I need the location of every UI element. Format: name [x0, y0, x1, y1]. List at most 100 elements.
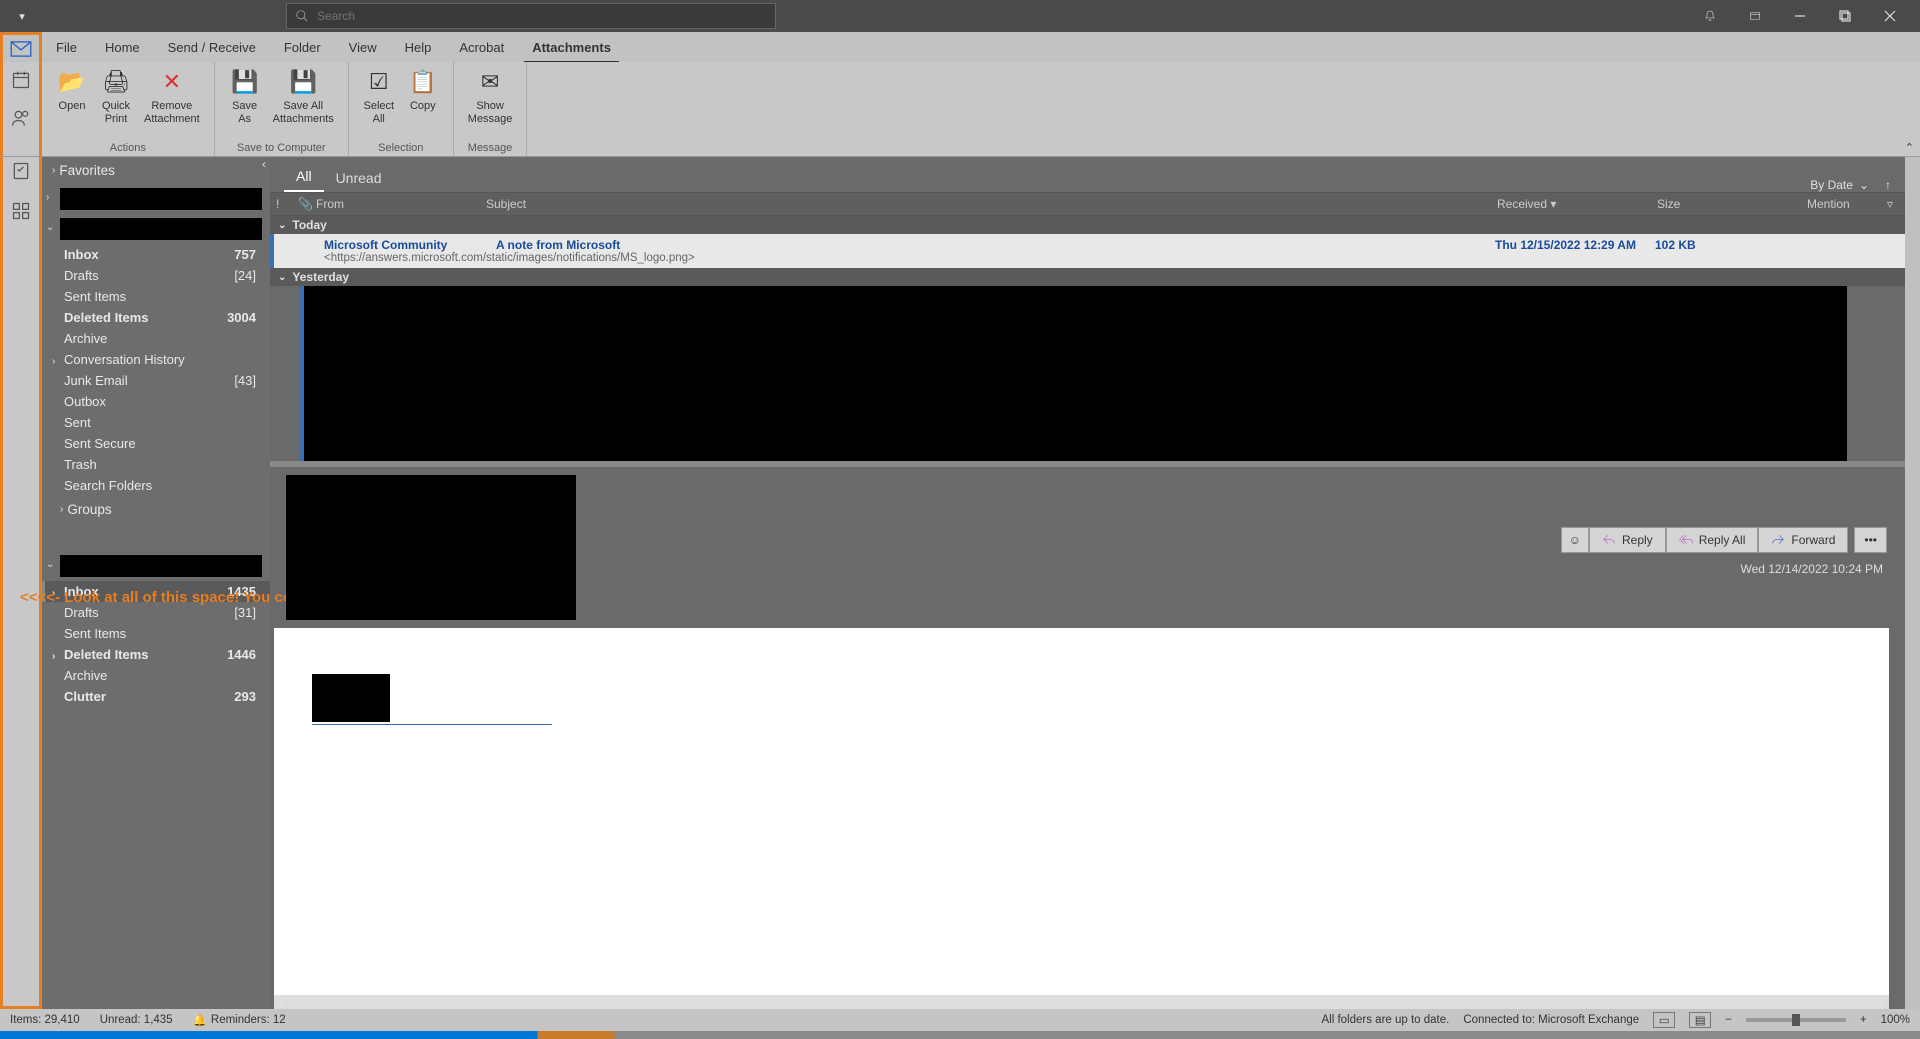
collapse-folder-pane[interactable]: ‹: [262, 157, 266, 171]
folder-sentsecure-1[interactable]: Sent Secure: [42, 433, 270, 454]
calendar-icon[interactable]: [11, 70, 31, 90]
tab-attachments[interactable]: Attachments: [518, 32, 625, 62]
horizontal-scrollbar[interactable]: ◄►: [274, 995, 1889, 1009]
folder-drafts-1[interactable]: Drafts[24]: [42, 265, 270, 286]
mail-module-icon[interactable]: [0, 32, 42, 62]
selectall-label1: Select: [363, 100, 394, 113]
save-as-button[interactable]: 💾SaveAs: [223, 64, 267, 142]
more-actions-button[interactable]: •••: [1854, 527, 1887, 553]
emoji-button[interactable]: ☺: [1561, 527, 1589, 553]
folder-sent-1[interactable]: Sent: [42, 412, 270, 433]
folder-sentitems-2[interactable]: Sent Items: [42, 623, 270, 644]
forward-button[interactable]: Forward: [1758, 527, 1848, 553]
tab-view[interactable]: View: [335, 32, 391, 62]
col-filter[interactable]: ▿: [1881, 197, 1905, 211]
zoom-in-button[interactable]: +: [1860, 1014, 1867, 1026]
folder-archive-1[interactable]: Archive: [42, 328, 270, 349]
date-group-today[interactable]: ⌄Today: [270, 216, 1905, 234]
show-message-button[interactable]: ✉ShowMessage: [462, 64, 519, 142]
groups-section[interactable]: ›Groups: [42, 496, 270, 523]
ribbon-group-actions: Actions: [50, 142, 206, 156]
tab-unread[interactable]: Unread: [324, 164, 394, 192]
select-all-button[interactable]: ☑SelectAll: [357, 64, 401, 142]
remove-attachment-button[interactable]: ✕RemoveAttachment: [138, 64, 206, 142]
tab-send-receive[interactable]: Send / Receive: [154, 32, 270, 62]
quick-print-button[interactable]: 🖨QuickPrint: [94, 64, 138, 142]
favorites-section[interactable]: ›Favorites: [42, 157, 270, 184]
view-normal-button[interactable]: ▭: [1653, 1012, 1675, 1028]
reading-header-redacted: [286, 475, 576, 620]
col-subject[interactable]: Subject: [480, 197, 1491, 211]
more-apps-icon[interactable]: [11, 201, 31, 221]
col-received[interactable]: Received ▾: [1491, 197, 1651, 211]
date-group-yesterday[interactable]: ⌄Yesterday: [270, 268, 1905, 286]
folder-deleted-1[interactable]: Deleted Items3004: [42, 307, 270, 328]
zoom-slider[interactable]: [1746, 1018, 1846, 1022]
column-headers: ! 📎 From Subject Received ▾ Size Mention…: [270, 192, 1905, 216]
tab-acrobat[interactable]: Acrobat: [445, 32, 518, 62]
account1b-redacted[interactable]: ⌄: [60, 218, 262, 240]
collapse-ribbon-button[interactable]: ⌃: [1905, 141, 1914, 154]
message-row[interactable]: Microsoft Community A note from Microsof…: [270, 234, 1905, 268]
folder-inbox-1[interactable]: Inbox757: [42, 244, 270, 265]
notifications-icon[interactable]: [1687, 0, 1732, 32]
reply-button[interactable]: Reply: [1589, 527, 1666, 553]
folder-searchfolders-1[interactable]: Search Folders: [42, 475, 270, 496]
copy-button[interactable]: 📋Copy: [401, 64, 445, 142]
left-nav-rail: [0, 157, 42, 1009]
col-attachment[interactable]: 📎: [292, 197, 310, 211]
view-reading-button[interactable]: ▤: [1689, 1012, 1711, 1028]
search-box[interactable]: [286, 3, 776, 29]
folder-trash-1[interactable]: Trash: [42, 454, 270, 475]
status-reminders[interactable]: 🔔Reminders: 12: [193, 1013, 286, 1027]
minimize-button[interactable]: [1777, 0, 1822, 32]
open-attachment-button[interactable]: 📂Open: [50, 64, 94, 142]
copy-label: Copy: [410, 100, 436, 113]
folder-archive-2[interactable]: Archive: [42, 665, 270, 686]
tab-file[interactable]: File: [42, 32, 91, 62]
col-from[interactable]: From: [310, 197, 480, 211]
maximize-button[interactable]: [1822, 0, 1867, 32]
folder-sentitems-1[interactable]: Sent Items: [42, 286, 270, 307]
quick-access-dropdown[interactable]: ▾: [8, 10, 36, 23]
msg-preview: <https://answers.microsoft.com/static/im…: [324, 252, 1905, 264]
tab-home[interactable]: Home: [91, 32, 154, 62]
remove-label1: Remove: [151, 100, 192, 113]
people-icon[interactable]: [11, 108, 31, 128]
favorites-label: Favorites: [59, 163, 115, 178]
tab-help[interactable]: Help: [391, 32, 446, 62]
reply-all-button[interactable]: Reply All: [1666, 527, 1759, 553]
col-importance[interactable]: !: [270, 197, 292, 211]
save-all-attachments-button[interactable]: 💾Save AllAttachments: [267, 64, 340, 142]
folder-junk-1[interactable]: Junk Email[43]: [42, 370, 270, 391]
junk1-label: Junk Email: [64, 373, 128, 388]
col-mention[interactable]: Mention: [1801, 197, 1881, 211]
reading-body[interactable]: ◄►: [274, 628, 1889, 1009]
sort-ascending-icon[interactable]: ↑: [1885, 178, 1891, 192]
reading-body-link[interactable]: [312, 724, 552, 725]
sort-by-dropdown[interactable]: By Date⌄↑: [1810, 178, 1891, 192]
account1-redacted[interactable]: ›: [60, 188, 262, 210]
account2-redacted[interactable]: ⌄: [60, 555, 262, 577]
tab-folder[interactable]: Folder: [270, 32, 335, 62]
folder-deleted-2[interactable]: ›Deleted Items1446: [42, 644, 270, 665]
folder-clutter-2[interactable]: Clutter293: [42, 686, 270, 707]
folder-outbox-1[interactable]: Outbox: [42, 391, 270, 412]
search-input[interactable]: [317, 9, 767, 23]
drafts2-label: Drafts: [64, 605, 99, 620]
redacted-messages[interactable]: [300, 286, 1847, 461]
zoom-out-button[interactable]: −: [1725, 1014, 1732, 1026]
zoom-level[interactable]: 100%: [1881, 1014, 1910, 1026]
tasks-icon[interactable]: [11, 161, 31, 181]
taskbar[interactable]: [0, 1031, 1920, 1039]
selectall-label2: All: [373, 113, 385, 126]
coming-soon-icon[interactable]: [1732, 0, 1777, 32]
tab-all[interactable]: All: [284, 162, 324, 192]
vertical-scrollbar[interactable]: [1905, 157, 1920, 1009]
close-button[interactable]: [1867, 0, 1912, 32]
folder-convhistory-1[interactable]: ›Conversation History: [42, 349, 270, 370]
archive2-label: Archive: [64, 668, 107, 683]
col-size[interactable]: Size: [1651, 197, 1801, 211]
saveall-label2: Attachments: [273, 113, 334, 126]
archive1-label: Archive: [64, 331, 107, 346]
